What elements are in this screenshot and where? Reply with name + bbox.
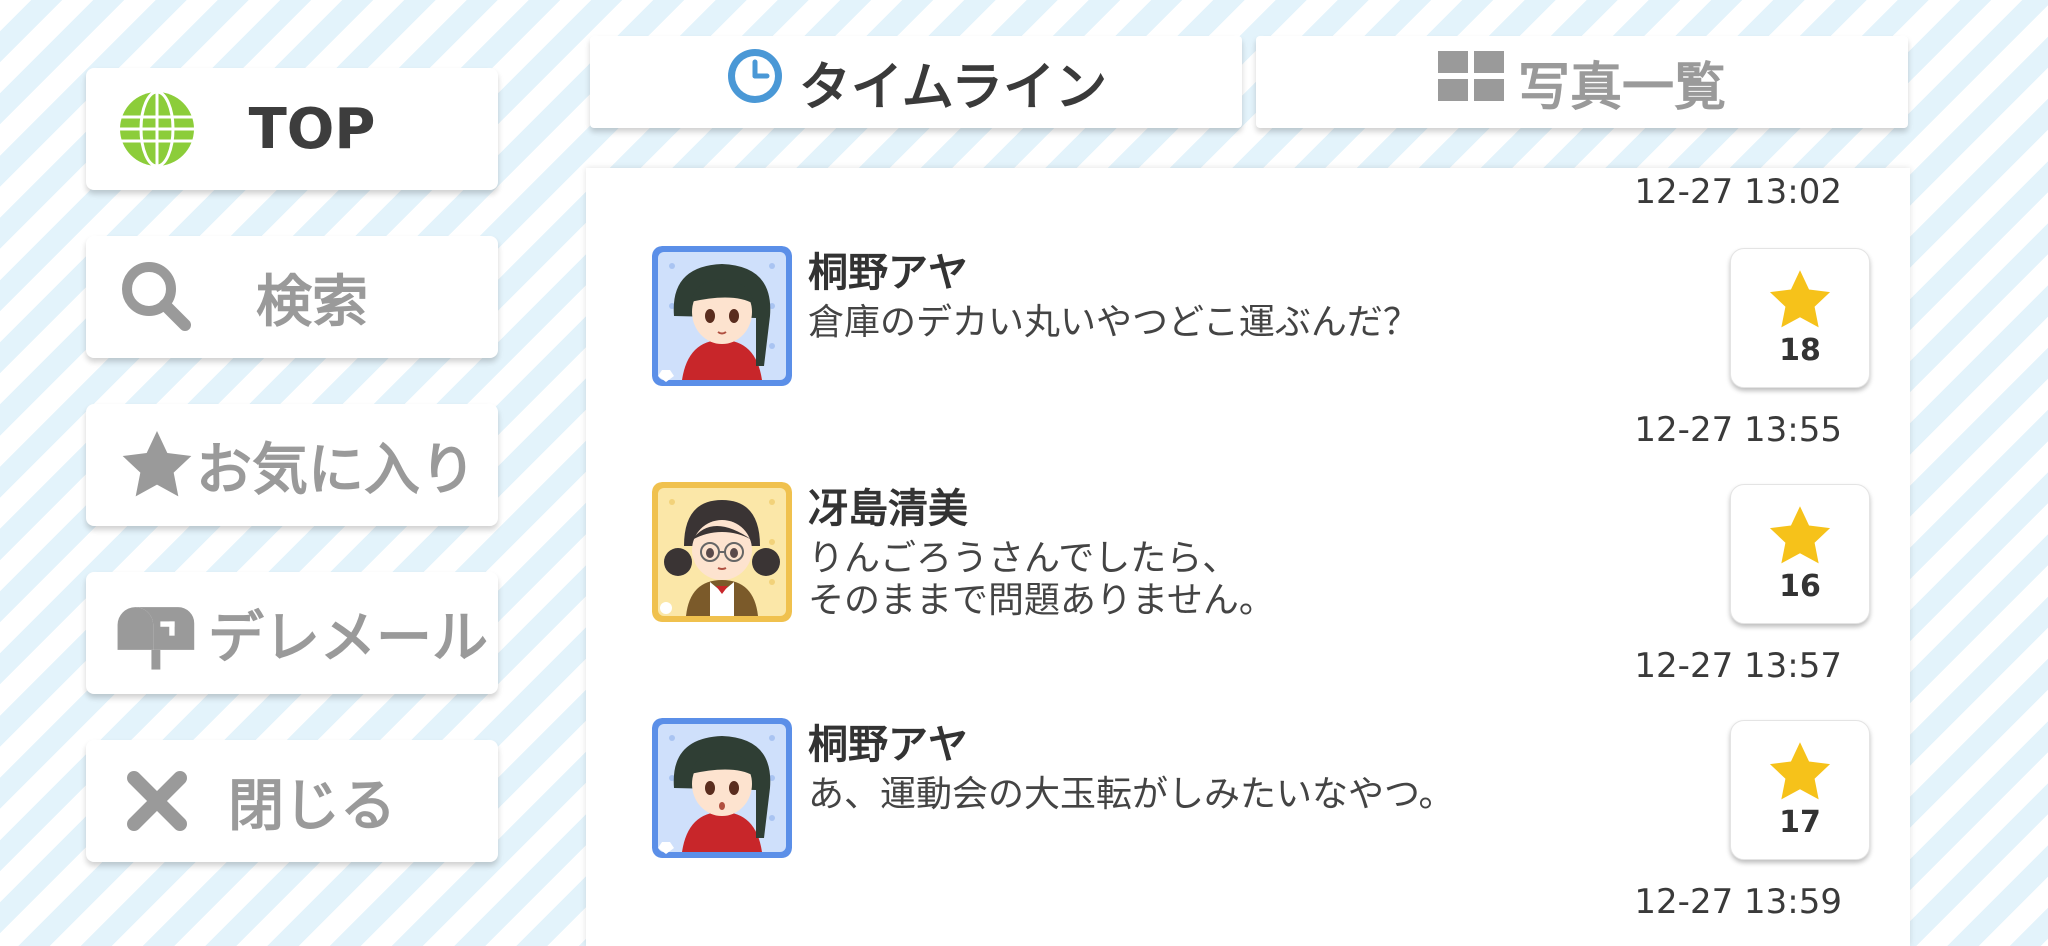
sidebar-item-close[interactable]: 閉じる xyxy=(86,740,498,862)
timeline-post: 桐野アヤ 倉庫のデカい丸いやつどこ運ぶんだ？ 18 xyxy=(652,246,1870,388)
sidebar-item-top[interactable]: TOP xyxy=(86,68,498,190)
tab-label: タイムライン xyxy=(798,57,1108,118)
like-count: 17 xyxy=(1779,805,1821,840)
tab-label: 写真一覧 xyxy=(1517,57,1726,118)
star-icon xyxy=(1769,742,1831,800)
timeline-post: 桐野アヤ あ、運動会の大玉転がしみたいなやつ。 17 xyxy=(652,718,1870,860)
sidebar-item-label: TOP xyxy=(248,96,376,162)
post-author: 桐野アヤ xyxy=(808,722,968,768)
avatar[interactable] xyxy=(652,246,792,386)
post-author: 冴島清美 xyxy=(808,486,968,532)
like-count: 18 xyxy=(1779,333,1821,368)
post-message: 倉庫のデカい丸いやつどこ運ぶんだ？ xyxy=(808,302,1419,343)
grid-icon xyxy=(1437,50,1504,114)
avatar[interactable] xyxy=(652,718,792,858)
post-author: 桐野アヤ xyxy=(808,250,968,296)
tab-photos[interactable]: 写真一覧 xyxy=(1256,36,1908,128)
timestamp: 12-27 13:02 xyxy=(1634,172,1842,212)
sidebar-item-label: 閉じる xyxy=(228,773,396,839)
post-message: あ、運動会の大玉転がしみたいなやつ。 xyxy=(808,774,1455,815)
timeline-panel[interactable]: 12-27 13:02 桐野アヤ 倉庫のデカい丸いやつどこ運ぶんだ？ 18 12… xyxy=(586,168,1910,946)
avatar[interactable] xyxy=(652,482,792,622)
sidebar-item-label: 検索 xyxy=(256,269,368,335)
timestamp: 12-27 13:59 xyxy=(1634,882,1842,922)
like-count: 16 xyxy=(1779,569,1821,604)
timeline-post: 冴島清美 りんごろうさんでしたら、 そのままで問題ありません。 16 xyxy=(652,482,1870,624)
sidebar-item-label: お気に入り xyxy=(196,437,476,503)
star-icon xyxy=(1769,270,1831,328)
like-button[interactable]: 18 xyxy=(1730,248,1870,388)
like-button[interactable]: 16 xyxy=(1730,484,1870,624)
post-message: りんごろうさんでしたら、 そのままで問題ありません。 xyxy=(808,538,1275,621)
sidebar-item-search[interactable]: 検索 xyxy=(86,236,498,358)
sidebar-item-label: デレメール xyxy=(208,605,488,671)
star-icon xyxy=(1769,506,1831,564)
like-button[interactable]: 17 xyxy=(1730,720,1870,860)
sidebar-item-favorites[interactable]: お気に入り xyxy=(86,404,498,526)
sidebar-item-mail[interactable]: デレメール xyxy=(86,572,498,694)
timestamp: 12-27 13:57 xyxy=(1634,646,1842,686)
timestamp: 12-27 13:55 xyxy=(1634,410,1842,450)
tab-timeline[interactable]: タイムライン xyxy=(590,36,1242,128)
clock-icon xyxy=(725,46,785,119)
